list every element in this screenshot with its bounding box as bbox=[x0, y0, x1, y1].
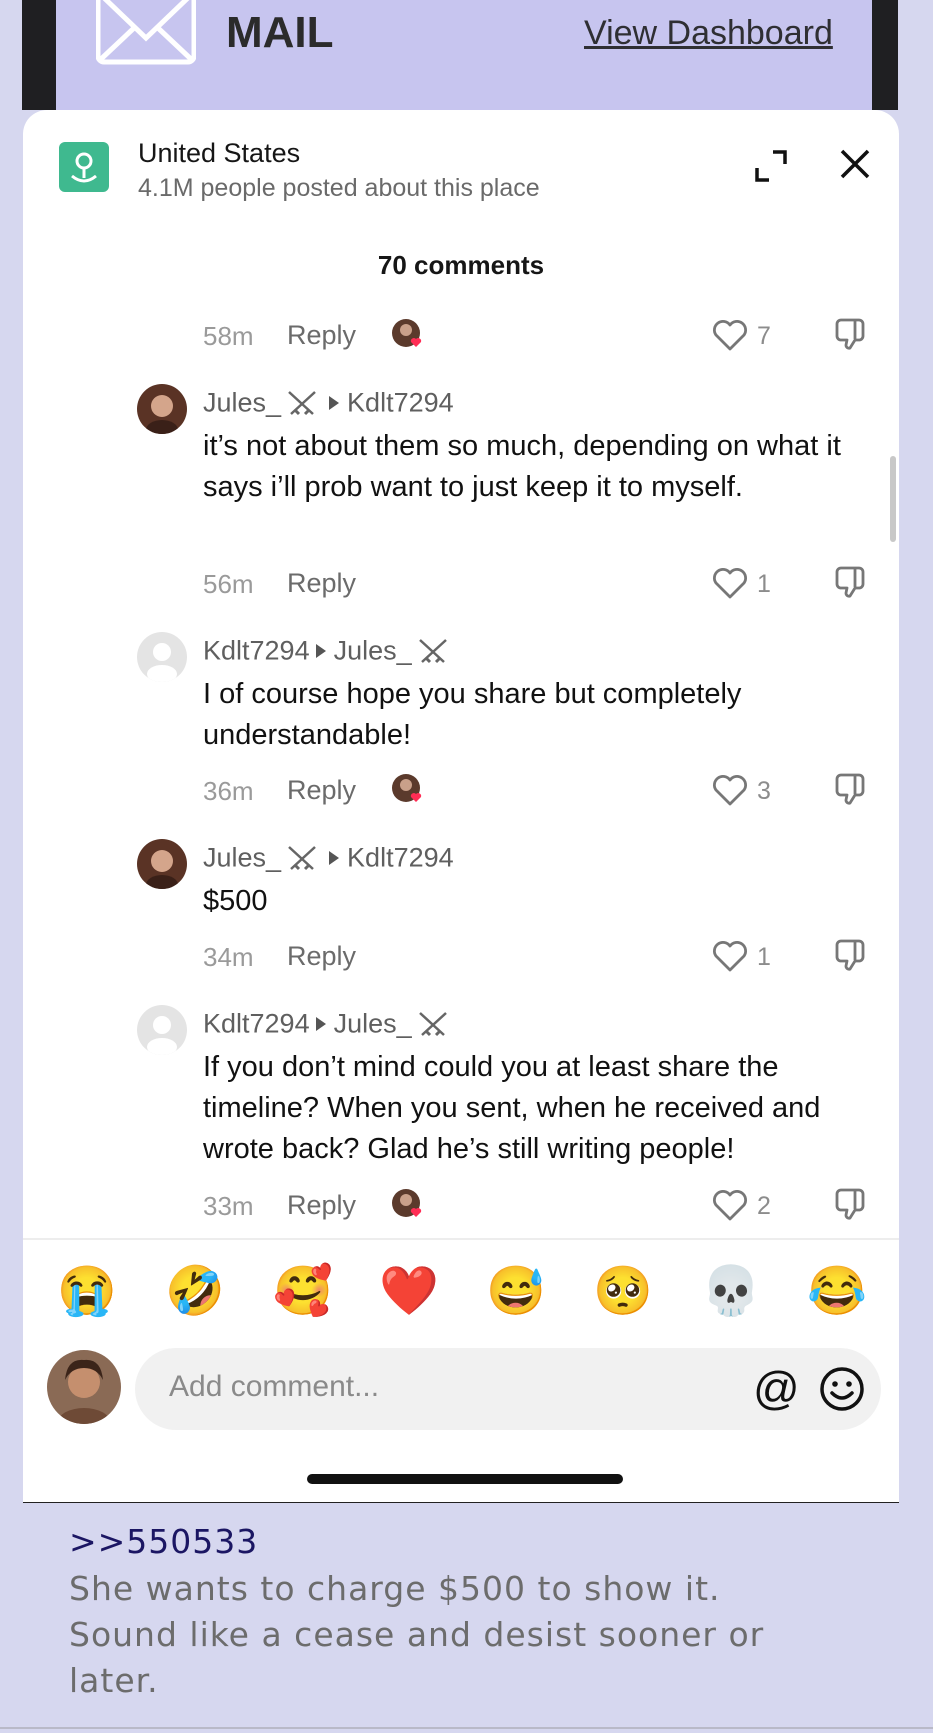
comment-time: 34m bbox=[203, 942, 254, 972]
reply-arrow-icon bbox=[329, 850, 340, 865]
dislike-icon[interactable] bbox=[833, 937, 869, 973]
heart-icon[interactable] bbox=[711, 939, 749, 973]
comments-count-title: 70 comments bbox=[377, 250, 545, 280]
emoji-bar-divider bbox=[23, 1238, 899, 1240]
heart-icon[interactable] bbox=[711, 566, 749, 600]
reply-arrow-icon bbox=[329, 395, 340, 410]
mail-icon bbox=[96, 0, 196, 65]
comment-author-line: Kdlt7294 Jules_ bbox=[203, 1007, 454, 1039]
sword-badge-icon bbox=[288, 845, 316, 870]
expand-icon[interactable] bbox=[753, 148, 789, 184]
creator-liked-icon bbox=[392, 319, 422, 347]
view-dashboard-link[interactable]: View Dashboard bbox=[584, 14, 833, 53]
comment-time: 56m bbox=[203, 569, 254, 599]
like-count: 1 bbox=[757, 943, 771, 971]
like-count: 7 bbox=[757, 322, 771, 350]
reply-button[interactable]: Reply bbox=[287, 320, 356, 351]
reply-arrow-icon bbox=[315, 1016, 326, 1031]
replying-to-name[interactable]: Jules_ bbox=[334, 1008, 412, 1038]
replying-to-name[interactable]: Kdlt7294 bbox=[347, 387, 454, 417]
heart-icon[interactable] bbox=[711, 773, 749, 807]
emoji-sweat-smile[interactable]: 😅 bbox=[484, 1262, 548, 1322]
author-name[interactable]: Kdlt7294 bbox=[203, 1008, 310, 1038]
dislike-icon[interactable] bbox=[833, 1186, 869, 1222]
comment-time: 36m bbox=[203, 776, 254, 806]
comment-text: $500 bbox=[203, 885, 268, 917]
screenshot-border bbox=[23, 1502, 899, 1503]
dislike-icon[interactable] bbox=[833, 316, 869, 352]
like-count: 2 bbox=[757, 1192, 771, 1220]
post-body: She wants to charge $500 to show it. Sou… bbox=[69, 1569, 765, 1700]
avatar[interactable] bbox=[137, 1005, 187, 1055]
close-icon[interactable] bbox=[837, 146, 873, 182]
emoji-tears-of-joy[interactable]: 😂 bbox=[805, 1262, 869, 1322]
author-name[interactable]: Jules_ bbox=[203, 842, 281, 872]
home-indicator[interactable] bbox=[307, 1474, 623, 1484]
reply-button[interactable]: Reply bbox=[287, 568, 356, 599]
dislike-icon[interactable] bbox=[833, 564, 869, 600]
mail-title: MAIL bbox=[226, 8, 334, 57]
comment-author-line: Jules_ Kdlt7294 bbox=[203, 386, 454, 418]
comments-scrollbar[interactable] bbox=[890, 456, 896, 542]
emoji-pleading[interactable]: 🥺 bbox=[591, 1262, 655, 1322]
comments-sheet: United States 4.1M people posted about t… bbox=[23, 110, 899, 1503]
heart-icon[interactable] bbox=[711, 318, 749, 352]
emoji-smiling-hearts[interactable]: 🥰 bbox=[271, 1262, 335, 1322]
comment-time: 33m bbox=[203, 1191, 254, 1221]
avatar[interactable] bbox=[137, 384, 187, 434]
emoji-rofl[interactable]: 🤣 bbox=[163, 1262, 227, 1322]
comment-text: If you don’t mind could you at least sha… bbox=[203, 1051, 821, 1165]
current-user-avatar[interactable] bbox=[47, 1350, 121, 1424]
emoji-red-heart[interactable]: ❤️ bbox=[377, 1262, 441, 1322]
reply-arrow-icon bbox=[315, 643, 326, 658]
avatar[interactable] bbox=[137, 632, 187, 682]
banner-edge-right bbox=[872, 0, 898, 110]
like-count: 3 bbox=[757, 777, 771, 805]
comment-time: 58m bbox=[203, 321, 254, 351]
reply-button[interactable]: Reply bbox=[287, 775, 356, 806]
emoji-loudly-crying[interactable]: 😭 bbox=[55, 1262, 119, 1322]
mention-icon[interactable]: @ bbox=[753, 1362, 800, 1414]
comment-placeholder[interactable]: Add comment... bbox=[169, 1370, 379, 1404]
sword-badge-icon bbox=[418, 1011, 447, 1036]
creator-liked-icon bbox=[392, 1189, 422, 1217]
sword-badge-icon bbox=[288, 390, 316, 415]
avatar[interactable] bbox=[137, 839, 187, 889]
dislike-icon[interactable] bbox=[833, 771, 869, 807]
like-count: 1 bbox=[757, 570, 771, 598]
smiley-icon[interactable] bbox=[819, 1366, 865, 1412]
location-name[interactable]: United States bbox=[138, 138, 300, 169]
post-quote-link[interactable]: >>550533 bbox=[69, 1522, 258, 1561]
comment-text: it’s not about them so much, depending o… bbox=[203, 430, 841, 503]
author-name[interactable]: Jules_ bbox=[203, 387, 281, 417]
comment-text: I of course hope you share but completel… bbox=[203, 678, 742, 751]
creator-liked-icon bbox=[392, 774, 422, 802]
top-banner: MAIL View Dashboard bbox=[0, 0, 933, 110]
comment-input[interactable]: Add comment... @ bbox=[135, 1348, 881, 1430]
emoji-skull[interactable]: 💀 bbox=[699, 1262, 763, 1322]
reply-button[interactable]: Reply bbox=[287, 1190, 356, 1221]
sword-badge-icon bbox=[418, 638, 447, 663]
banner-edge-left bbox=[22, 0, 56, 110]
author-name[interactable]: Kdlt7294 bbox=[203, 635, 310, 665]
replying-to-name[interactable]: Jules_ bbox=[334, 635, 412, 665]
heart-icon[interactable] bbox=[711, 1188, 749, 1222]
comment-author-line: Jules_ Kdlt7294 bbox=[203, 841, 454, 873]
reply-button[interactable]: Reply bbox=[287, 941, 356, 972]
location-pin-icon[interactable] bbox=[59, 142, 109, 192]
location-subtitle: 4.1M people posted about this place bbox=[138, 174, 540, 202]
replying-to-name[interactable]: Kdlt7294 bbox=[347, 842, 454, 872]
comment-author-line: Kdlt7294 Jules_ bbox=[203, 634, 454, 666]
post-divider bbox=[0, 1727, 933, 1729]
